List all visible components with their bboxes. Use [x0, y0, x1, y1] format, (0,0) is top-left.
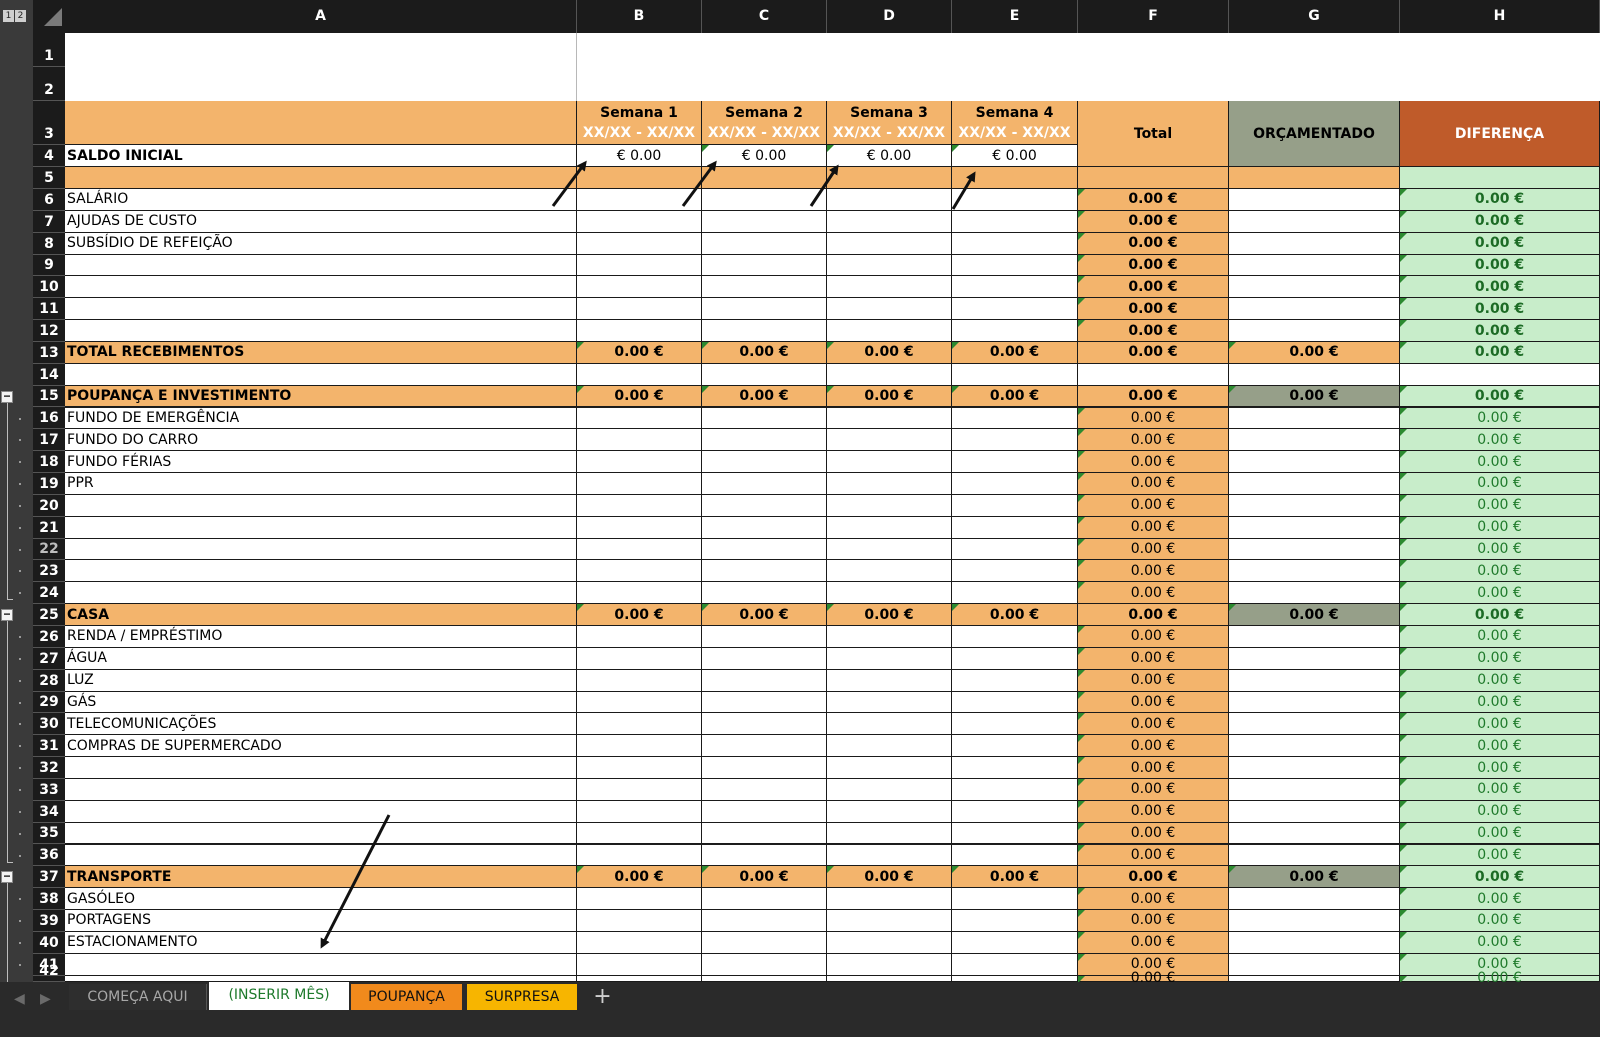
sheet-tab-bar: ◀ ▶ COMEÇA AQUI (INSERIR MÊS) POUPANÇA SURP…	[0, 982, 1600, 1037]
spreadsheet-window: 1 2− − − ABCDEFGH 1 2 3 4 5 6 7 8 9 10 11 12 13 14 15 16 17…	[0, 0, 1600, 1037]
arrow-row40	[320, 814, 391, 949]
sheet-tab-2[interactable]: POUPANÇA	[351, 984, 462, 1010]
sheet-tab-0[interactable]: COMEÇA AQUI	[69, 984, 207, 1010]
arrow-week1	[551, 160, 587, 207]
chevron-left-icon[interactable]: ◀	[14, 990, 25, 1007]
sheet-tab-3[interactable]: SURPRESA	[467, 984, 577, 1010]
add-sheet-button[interactable]: +	[585, 984, 620, 1010]
arrow-week3	[809, 164, 839, 207]
chevron-right-icon[interactable]: ▶	[40, 990, 51, 1007]
sheet-tab-1[interactable]: (INSERIR MÊS)	[209, 982, 349, 1010]
arrow-week4	[951, 171, 976, 210]
annotation-arrows	[320, 160, 976, 949]
arrow-week2	[681, 160, 717, 207]
